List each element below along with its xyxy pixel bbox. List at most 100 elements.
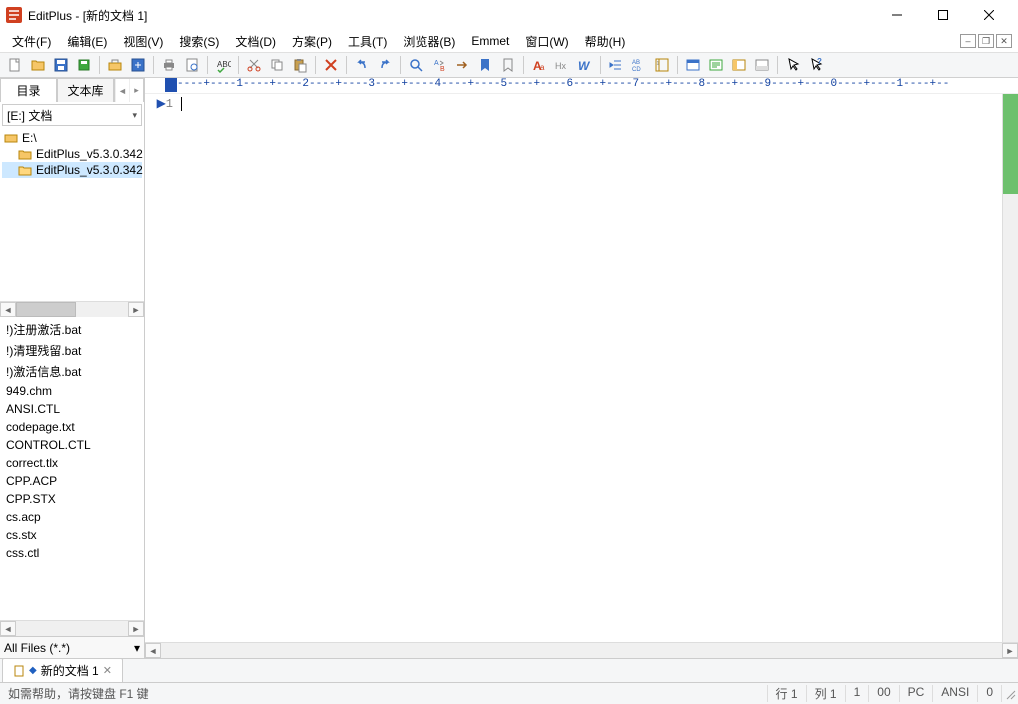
clear-bookmark-button[interactable] bbox=[497, 54, 519, 76]
directory-button[interactable] bbox=[728, 54, 750, 76]
menu-edit[interactable]: 编辑(E) bbox=[59, 31, 115, 52]
file-list[interactable]: !)注册激活.bat !)清理残留.bat !)激活信息.bat 949.chm… bbox=[0, 317, 144, 620]
editor-area: ----+----1----+----2----+----3----+----4… bbox=[145, 78, 1018, 658]
column-button[interactable]: ABCD bbox=[628, 54, 650, 76]
maximize-button[interactable] bbox=[920, 0, 966, 30]
toolbar: ABC AB Aa Hx W ABCD 1 ? bbox=[0, 52, 1018, 78]
menu-browser[interactable]: 浏览器(B) bbox=[395, 31, 463, 52]
file-item[interactable]: !)清理残留.bat bbox=[0, 340, 144, 361]
editor-vscroll[interactable] bbox=[1002, 94, 1018, 642]
status-mode: PC bbox=[900, 685, 934, 702]
file-item[interactable]: CPP.ACP bbox=[0, 472, 144, 490]
window-title: EditPlus - [新的文档 1] bbox=[28, 7, 874, 24]
close-button[interactable] bbox=[966, 0, 1012, 30]
paste-button[interactable] bbox=[289, 54, 311, 76]
find-button[interactable] bbox=[405, 54, 427, 76]
spell-check-button[interactable]: ABC bbox=[212, 54, 234, 76]
scroll-thumb[interactable] bbox=[16, 302, 76, 317]
file-item[interactable]: correct.tlx bbox=[0, 454, 144, 472]
save-button[interactable] bbox=[50, 54, 72, 76]
document-icon bbox=[13, 665, 25, 677]
sidebar-tab-cliptext[interactable]: 文本库 bbox=[57, 78, 114, 102]
menu-tools[interactable]: 工具(T) bbox=[340, 31, 395, 52]
tree-hscroll[interactable]: ◄ ► bbox=[0, 301, 144, 317]
file-item[interactable]: css.ctl bbox=[0, 544, 144, 562]
ruler: ----+----1----+----2----+----3----+----4… bbox=[145, 78, 1018, 94]
save-remote-button[interactable] bbox=[127, 54, 149, 76]
file-filter[interactable]: All Files (*.*) ▾ bbox=[0, 636, 144, 658]
menu-window[interactable]: 窗口(W) bbox=[517, 31, 576, 52]
app-name: EditPlus bbox=[28, 9, 72, 23]
file-item[interactable]: !)注册激活.bat bbox=[0, 319, 144, 340]
filelist-hscroll[interactable]: ◄ ► bbox=[0, 620, 144, 636]
replace-button[interactable]: AB bbox=[428, 54, 450, 76]
print-button[interactable] bbox=[158, 54, 180, 76]
tree-label: EditPlus_v5.3.0.342 bbox=[36, 163, 143, 177]
print-preview-button[interactable] bbox=[181, 54, 203, 76]
help-button[interactable]: ? bbox=[805, 54, 827, 76]
open-button[interactable] bbox=[27, 54, 49, 76]
menu-project[interactable]: 方案(P) bbox=[284, 31, 340, 52]
open-remote-button[interactable] bbox=[104, 54, 126, 76]
file-item[interactable]: cs.stx bbox=[0, 526, 144, 544]
menu-file[interactable]: 文件(F) bbox=[4, 31, 59, 52]
scroll-left-button[interactable]: ◄ bbox=[145, 643, 161, 658]
menu-emmet[interactable]: Emmet bbox=[463, 32, 517, 50]
scroll-right-button[interactable]: ► bbox=[128, 302, 144, 317]
tree-item-root[interactable]: E:\ bbox=[2, 130, 142, 146]
file-item[interactable]: CONTROL.CTL bbox=[0, 436, 144, 454]
line-number: 1 bbox=[166, 97, 173, 111]
file-item[interactable]: CPP.STX bbox=[0, 490, 144, 508]
resize-grip[interactable] bbox=[1002, 685, 1018, 702]
code-editor[interactable] bbox=[177, 94, 1002, 642]
mdi-close-button[interactable]: ✕ bbox=[996, 34, 1012, 48]
file-item[interactable]: cs.acp bbox=[0, 508, 144, 526]
folder-tree[interactable]: E:\ EditPlus_v5.3.0.342 EditPlus_v5.3.0.… bbox=[0, 126, 144, 301]
output-button[interactable] bbox=[751, 54, 773, 76]
undo-button[interactable] bbox=[351, 54, 373, 76]
cut-button[interactable] bbox=[243, 54, 265, 76]
scroll-right-button[interactable]: ► bbox=[128, 621, 144, 636]
sidebar-nav-right[interactable]: ▸ bbox=[129, 79, 143, 102]
menu-search[interactable]: 搜索(S) bbox=[171, 31, 227, 52]
file-item[interactable]: !)激活信息.bat bbox=[0, 361, 144, 382]
redo-button[interactable] bbox=[374, 54, 396, 76]
goto-button[interactable] bbox=[451, 54, 473, 76]
indent-button[interactable] bbox=[605, 54, 627, 76]
bookmark-button[interactable] bbox=[474, 54, 496, 76]
menu-document[interactable]: 文档(D) bbox=[227, 31, 284, 52]
file-item[interactable]: ANSI.CTL bbox=[0, 400, 144, 418]
svg-text:B: B bbox=[440, 66, 445, 73]
line-number-button[interactable]: 1 bbox=[651, 54, 673, 76]
sidebar-tab-directory[interactable]: 目录 bbox=[0, 78, 57, 102]
scroll-left-button[interactable]: ◄ bbox=[0, 621, 16, 636]
tree-label: EditPlus_v5.3.0.342 bbox=[36, 147, 143, 161]
mdi-restore-button[interactable]: ❐ bbox=[978, 34, 994, 48]
tree-item-selected[interactable]: EditPlus_v5.3.0.342 bbox=[2, 162, 142, 178]
drive-selector[interactable]: [E:] 文档 ▾ bbox=[2, 104, 142, 126]
file-item[interactable]: codepage.txt bbox=[0, 418, 144, 436]
menu-help[interactable]: 帮助(H) bbox=[577, 31, 634, 52]
pointer-button[interactable] bbox=[782, 54, 804, 76]
tree-item[interactable]: EditPlus_v5.3.0.342 bbox=[2, 146, 142, 162]
save-all-button[interactable] bbox=[73, 54, 95, 76]
ruler-text: ----+----1----+----2----+----3----+----4… bbox=[177, 78, 949, 90]
copy-button[interactable] bbox=[266, 54, 288, 76]
new-file-button[interactable] bbox=[4, 54, 26, 76]
scroll-left-button[interactable]: ◄ bbox=[0, 302, 16, 317]
cliptext-button[interactable] bbox=[705, 54, 727, 76]
minimize-button[interactable] bbox=[874, 0, 920, 30]
document-tab[interactable]: ◆ 新的文档 1 ✕ bbox=[2, 658, 123, 682]
menu-view[interactable]: 视图(V) bbox=[115, 31, 171, 52]
browser-button[interactable] bbox=[682, 54, 704, 76]
word-wrap-button[interactable]: W bbox=[574, 54, 596, 76]
font-button[interactable]: Aa bbox=[528, 54, 550, 76]
delete-button[interactable] bbox=[320, 54, 342, 76]
sidebar-nav-left[interactable]: ◄ bbox=[115, 79, 129, 102]
tab-close-button[interactable]: ✕ bbox=[103, 664, 112, 677]
mdi-minimize-button[interactable]: – bbox=[960, 34, 976, 48]
editor-hscroll[interactable]: ◄ ► bbox=[145, 642, 1018, 658]
hex-button[interactable]: Hx bbox=[551, 54, 573, 76]
scroll-right-button[interactable]: ► bbox=[1002, 643, 1018, 658]
file-item[interactable]: 949.chm bbox=[0, 382, 144, 400]
